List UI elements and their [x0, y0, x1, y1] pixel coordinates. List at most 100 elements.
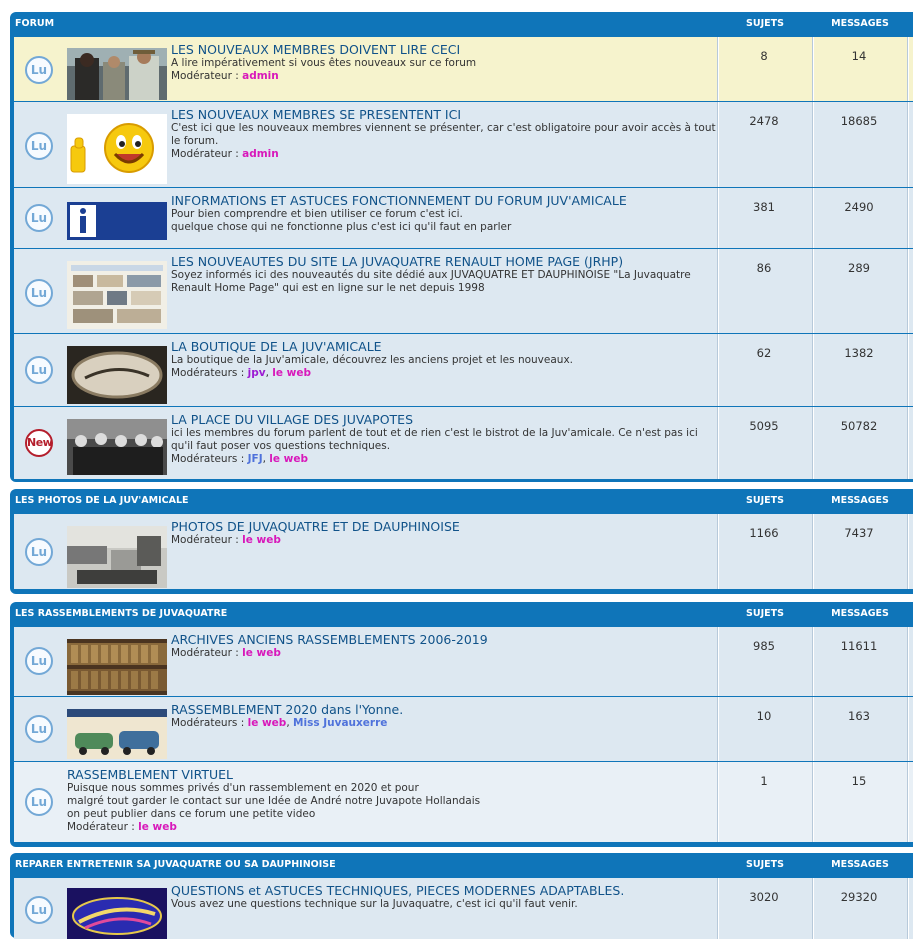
forum-thumbnail[interactable] — [67, 526, 167, 588]
forum-title-link[interactable]: LES NOUVEAUTES DU SITE LA JUVAQUATRE REN… — [171, 255, 721, 269]
moderator-link-le-web[interactable]: le web — [242, 534, 281, 546]
category-header: REPARER ENTRETENIR SA JUVAQUATRE OU SA D… — [10, 853, 913, 875]
forum-description: Vous avez une questions technique sur la… — [171, 898, 578, 910]
forum-description: Pour bien comprendre et bien utiliser ce… — [171, 208, 463, 220]
category-header: FORUM SUJETS MESSAGES — [10, 12, 913, 34]
posts-count: 11611 — [840, 639, 878, 653]
moderator-link-le-web[interactable]: le web — [248, 717, 287, 729]
column-topics-header: SUJETS — [746, 859, 784, 870]
forum-thumbnail[interactable] — [67, 202, 167, 240]
moderator-label: Modérateur : — [171, 148, 239, 160]
forum-description: C'est ici que les nouveaux membres vienn… — [171, 122, 716, 147]
moderator-link-jpv[interactable]: jpv — [248, 367, 266, 379]
forum-title-link[interactable]: LES NOUVEAUX MEMBRES SE PRESENTENT ICI — [171, 108, 721, 122]
forum-thumbnail[interactable] — [67, 48, 167, 100]
topics-count: 3020 — [749, 890, 779, 904]
category-title[interactable]: REPARER ENTRETENIR SA JUVAQUATRE OU SA D… — [15, 859, 336, 870]
read-status-icon: Lu — [25, 788, 53, 816]
forum-row: New LA PLACE DU VILLAGE DES JUVAPOTES ic… — [14, 406, 913, 479]
category-title[interactable]: LES PHOTOS DE LA JUV'AMICALE — [15, 495, 189, 506]
forum-title-link[interactable]: RASSEMBLEMENT 2020 dans l'Yonne. — [171, 703, 721, 717]
forum-description: La boutique de la Juv'amicale, découvrez… — [171, 354, 573, 366]
forum-thumbnail[interactable] — [67, 888, 167, 939]
moderator-label: Modérateur : — [171, 534, 239, 546]
posts-count: 7437 — [844, 526, 874, 540]
forum-thumbnail[interactable] — [67, 261, 167, 329]
moderator-line: Modérateur : admin — [171, 70, 721, 83]
topics-count: 86 — [756, 261, 772, 275]
posts-count: 1382 — [844, 346, 874, 360]
moderator-label: Modérateurs : — [171, 717, 245, 729]
moderator-line: Modérateur : le web — [171, 534, 721, 547]
moderator-separator: , — [265, 367, 269, 379]
forum-title-link[interactable]: ARCHIVES ANCIENS RASSEMBLEMENTS 2006-201… — [171, 633, 721, 647]
smiley-welcome-icon — [67, 114, 167, 184]
column-posts-header: MESSAGES — [831, 495, 889, 506]
column-topics-header: SUJETS — [746, 18, 784, 29]
column-topics-header: SUJETS — [746, 495, 784, 506]
forum-title-link[interactable]: PHOTOS DE JUVAQUATRE ET DE DAUPHINOISE — [171, 520, 721, 534]
forum-row: Lu LES NOUVEAUX MEMBRES DOIVENT LIRE CEC… — [14, 36, 913, 101]
forum-row: Lu PHOTOS DE JUVAQUATRE ET DE DAUPHINOIS… — [14, 513, 913, 589]
moderator-link-jfj[interactable]: JFJ — [248, 453, 263, 465]
forum-thumbnail[interactable] — [67, 114, 167, 184]
moderator-link-admin[interactable]: admin — [242, 148, 279, 160]
topics-count: 62 — [756, 346, 772, 360]
village-photo-icon — [67, 419, 167, 475]
forum-thumbnail[interactable] — [67, 419, 167, 475]
moderator-line: Modérateur : admin — [171, 148, 721, 161]
category-repair: REPARER ENTRETENIR SA JUVAQUATRE OU SA D… — [10, 853, 913, 939]
column-posts-header: MESSAGES — [831, 608, 889, 619]
read-status-icon: Lu — [25, 279, 53, 307]
category-title[interactable]: LES RASSEMBLEMENTS DE JUVAQUATRE — [15, 608, 227, 619]
moderator-link-le-web[interactable]: le web — [272, 367, 311, 379]
forum-description: A lire impérativement si vous êtes nouve… — [171, 57, 477, 69]
column-posts-header: MESSAGES — [831, 18, 889, 29]
moderator-link-admin[interactable]: admin — [242, 70, 279, 82]
forum-row: Lu LES NOUVEAUX MEMBRES SE PRESENTENT IC… — [14, 101, 913, 187]
moderator-line: Modérateur : le web — [171, 647, 721, 660]
info-point-icon — [67, 202, 167, 240]
forum-title-link[interactable]: QUESTIONS et ASTUCES TECHNIQUES, PIECES … — [171, 884, 721, 898]
forum-thumbnail[interactable] — [67, 639, 167, 695]
forum-thumbnail[interactable] — [67, 346, 167, 404]
category-photos: LES PHOTOS DE LA JUV'AMICALE SUJETS MESS… — [10, 489, 913, 594]
moderator-line: Modérateur : le web — [67, 821, 707, 834]
forum-description: Soyez informés ici des nouveautés du sit… — [171, 269, 691, 294]
forum-title-link[interactable]: LES NOUVEAUX MEMBRES DOIVENT LIRE CECI — [171, 43, 721, 57]
forum-row: Lu ARCHIVES ANCIENS RASSEMBLEMENTS 2006-… — [14, 626, 913, 696]
soldiers-photo-icon — [67, 48, 167, 100]
forum-description-line3: on peut publier dans ce forum une petite… — [67, 808, 316, 820]
category-header: LES RASSEMBLEMENTS DE JUVAQUATRE SUJETS … — [10, 602, 913, 624]
read-status-icon: Lu — [25, 647, 53, 675]
moderator-link-miss-juvauxerre[interactable]: Miss Juvauxerre — [293, 717, 387, 729]
posts-count: 15 — [851, 774, 867, 788]
topics-count: 1166 — [749, 526, 779, 540]
moderator-link-le-web[interactable]: le web — [269, 453, 308, 465]
read-status-icon: Lu — [25, 538, 53, 566]
posts-count: 2490 — [844, 200, 874, 214]
read-status-icon: Lu — [25, 896, 53, 924]
category-title[interactable]: FORUM — [15, 18, 54, 29]
moderator-label: Modérateur : — [171, 70, 239, 82]
posts-count: 18685 — [840, 114, 878, 128]
posts-count: 29320 — [840, 890, 878, 904]
website-collage-icon — [67, 261, 167, 329]
posts-count: 50782 — [840, 419, 878, 433]
forum-title-link[interactable]: LA BOUTIQUE DE LA JUV'AMICALE — [171, 340, 721, 354]
topics-count: 2478 — [749, 114, 779, 128]
moderator-line: Modérateurs : jpv, le web — [171, 367, 721, 380]
forum-title-link[interactable]: RASSEMBLEMENT VIRTUEL — [67, 768, 707, 782]
category-forum: FORUM SUJETS MESSAGES Lu LES NOUVEAUX ME… — [10, 12, 913, 482]
topics-count: 5095 — [749, 419, 779, 433]
forum-row: Lu QUESTIONS et ASTUCES TECHNIQUES, PIEC… — [14, 877, 913, 939]
moderator-line: Modérateurs : le web, Miss Juvauxerre — [171, 717, 721, 730]
column-posts-header: MESSAGES — [831, 859, 889, 870]
moderator-link-le-web[interactable]: le web — [242, 647, 281, 659]
category-header: LES PHOTOS DE LA JUV'AMICALE SUJETS MESS… — [10, 489, 913, 511]
forum-row: Lu RASSEMBLEMENT 2020 dans l'Yonne. Modé… — [14, 696, 913, 761]
moderator-link-le-web[interactable]: le web — [138, 821, 177, 833]
forum-title-link[interactable]: LA PLACE DU VILLAGE DES JUVAPOTES — [171, 413, 721, 427]
forum-thumbnail[interactable] — [67, 709, 167, 759]
forum-title-link[interactable]: INFORMATIONS ET ASTUCES FONCTIONNEMENT D… — [171, 194, 721, 208]
